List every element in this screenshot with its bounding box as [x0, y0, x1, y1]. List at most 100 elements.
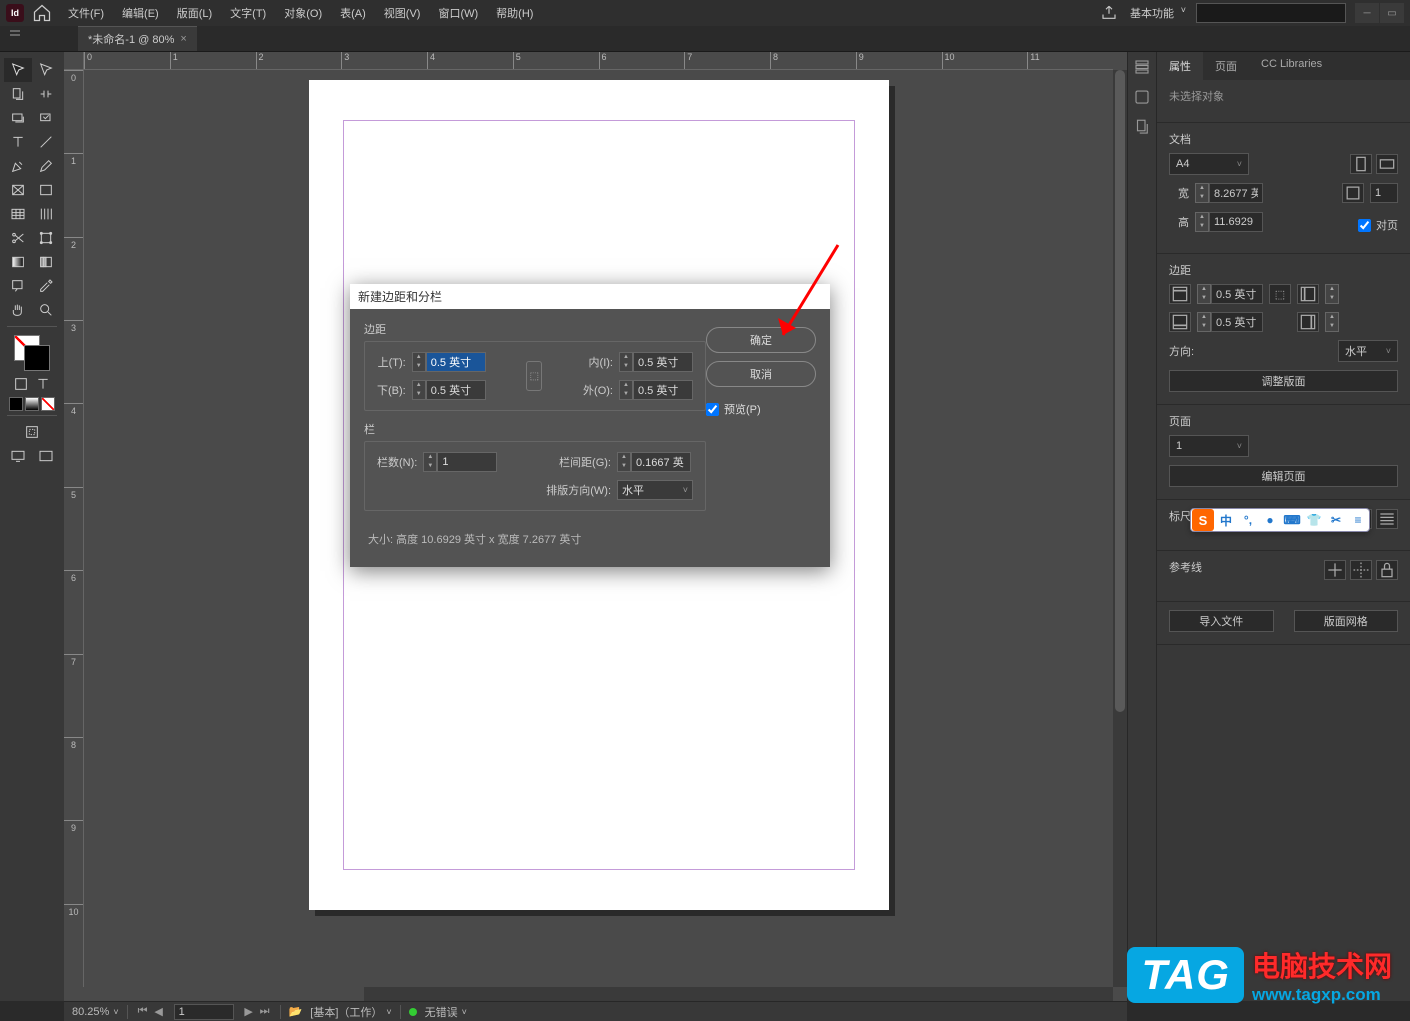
menu-object[interactable]: 对象(O) [276, 1, 330, 25]
link-margins-icon-rp[interactable]: ⬚ [1269, 284, 1291, 304]
panel-stack-icon[interactable] [1133, 58, 1151, 76]
bottom-margin-stepper[interactable]: ▲▼ [412, 380, 426, 400]
screen-mode-icon[interactable] [4, 444, 32, 468]
table-tool[interactable] [4, 202, 32, 226]
formatting-container-icon[interactable] [11, 375, 31, 393]
baseline-grid-icon[interactable] [1376, 509, 1398, 529]
minimize-button[interactable]: ─ [1355, 3, 1379, 23]
menu-layout[interactable]: 版面(L) [169, 1, 220, 25]
errors-dropdown[interactable]: 无错误 [425, 1004, 467, 1020]
units-input[interactable] [1370, 183, 1398, 203]
gutter-input[interactable] [631, 452, 691, 472]
apply-color-icon[interactable] [9, 397, 23, 411]
last-page-icon[interactable]: ⏭ [258, 1005, 272, 1019]
document-tab[interactable]: *未命名-1 @ 80% × [78, 26, 197, 51]
layout-grid-button[interactable]: 版面网格 [1294, 610, 1399, 632]
hand-tool[interactable] [4, 298, 32, 322]
gradient-feather-tool[interactable] [32, 250, 60, 274]
gap-tool[interactable] [32, 82, 60, 106]
edit-pages-button[interactable]: 编辑页面 [1169, 465, 1398, 487]
first-page-icon[interactable]: ⏮ [136, 1005, 150, 1019]
scrollbar-horizontal[interactable] [364, 987, 1113, 1001]
profile-dropdown[interactable]: [基本]（工作） [310, 1004, 391, 1020]
doc-width-stepper[interactable]: ▲▼ [1195, 183, 1209, 203]
line-tool[interactable] [32, 130, 60, 154]
menu-view[interactable]: 视图(V) [376, 1, 429, 25]
orientation-landscape-icon[interactable] [1376, 154, 1398, 174]
pen-tool[interactable] [4, 154, 32, 178]
screen-mode-alt-icon[interactable] [32, 444, 60, 468]
adjust-layout-button[interactable]: 调整版面 [1169, 370, 1398, 392]
view-mode-normal[interactable] [18, 420, 46, 444]
ok-button[interactable]: 确定 [706, 327, 816, 353]
rp-margin-top-input[interactable] [1211, 284, 1263, 304]
eyedropper-tool[interactable] [32, 274, 60, 298]
share-icon[interactable] [1100, 4, 1118, 22]
ime-skin-icon[interactable]: 👕 [1303, 509, 1325, 531]
gutter-stepper[interactable]: ▲▼ [617, 452, 631, 472]
home-icon[interactable] [32, 3, 52, 23]
rp-margin-in-stepper[interactable]: ▲▼ [1325, 284, 1339, 304]
page-preset-select[interactable]: A4 [1169, 153, 1249, 175]
apply-gradient-icon[interactable] [25, 397, 39, 411]
inside-margin-input[interactable] [633, 352, 693, 372]
top-margin-input[interactable] [426, 352, 486, 372]
menu-table[interactable]: 表(A) [332, 1, 374, 25]
orientation-portrait-icon[interactable] [1350, 154, 1372, 174]
doc-height-stepper[interactable]: ▲▼ [1195, 212, 1209, 232]
rp-margin-out-stepper[interactable]: ▲▼ [1325, 312, 1339, 332]
panel-cc-icon[interactable] [1133, 88, 1151, 106]
menu-file[interactable]: 文件(F) [60, 1, 112, 25]
ruler-origin[interactable] [64, 52, 84, 70]
link-margins-icon[interactable]: ⬚ [526, 361, 542, 391]
units-icon[interactable] [1342, 183, 1364, 203]
facing-pages-checkbox[interactable]: 对页 [1358, 217, 1398, 233]
panel-pages-icon[interactable] [1133, 118, 1151, 136]
ruler-horizontal[interactable]: 01234567891011 [84, 52, 1113, 70]
direction-select[interactable]: 水平 [1338, 340, 1398, 362]
prev-page-icon[interactable]: ◀ [152, 1005, 166, 1019]
doc-width-input[interactable] [1209, 183, 1263, 203]
selection-tool[interactable] [4, 58, 32, 82]
close-tab-icon[interactable]: × [180, 33, 186, 45]
page-number-input[interactable] [174, 1004, 234, 1020]
guides-toggle-icon[interactable] [1324, 560, 1346, 580]
writing-direction-select[interactable]: 水平 [617, 480, 693, 500]
menu-help[interactable]: 帮助(H) [488, 1, 541, 25]
ime-tools-icon[interactable]: ✂ [1325, 509, 1347, 531]
lock-guides-icon[interactable] [1376, 560, 1398, 580]
pencil-tool[interactable] [32, 154, 60, 178]
smart-guides-icon[interactable] [1350, 560, 1372, 580]
fill-stroke-swatch[interactable] [14, 335, 50, 371]
search-input[interactable] [1196, 3, 1346, 23]
rp-margin-bottom-stepper[interactable]: ▲▼ [1197, 312, 1211, 332]
note-tool[interactable] [4, 274, 32, 298]
apply-none-icon[interactable] [41, 397, 55, 411]
direct-selection-tool[interactable] [32, 58, 60, 82]
outside-margin-input[interactable] [633, 380, 693, 400]
tab-handle-icon[interactable] [10, 30, 20, 48]
doc-height-input[interactable] [1209, 212, 1263, 232]
ruler-vertical[interactable]: 012345678910 [64, 70, 84, 987]
rectangle-tool[interactable] [32, 178, 60, 202]
bottom-margin-input[interactable] [426, 380, 486, 400]
menu-type[interactable]: 文字(T) [222, 1, 274, 25]
ime-menu-icon[interactable]: ≡ [1347, 509, 1369, 531]
import-file-button[interactable]: 导入文件 [1169, 610, 1274, 632]
open-folder-icon[interactable]: 📂 [289, 1005, 303, 1018]
top-margin-stepper[interactable]: ▲▼ [412, 352, 426, 372]
free-transform-tool[interactable] [32, 226, 60, 250]
ime-toolbar[interactable]: S 中 °, ● ⌨ 👕 ✂ ≡ [1190, 508, 1370, 532]
formatting-text-icon[interactable] [33, 375, 53, 393]
cc-libraries-tab[interactable]: CC Libraries [1249, 52, 1334, 80]
zoom-tool[interactable] [32, 298, 60, 322]
gradient-swatch-tool[interactable] [4, 250, 32, 274]
content-collector-tool[interactable] [4, 106, 32, 130]
pages-tab[interactable]: 页面 [1203, 52, 1249, 80]
ime-punct-icon[interactable]: °, [1237, 509, 1259, 531]
grid-tool[interactable] [32, 202, 60, 226]
page-tool[interactable] [4, 82, 32, 106]
rp-margin-top-stepper[interactable]: ▲▼ [1197, 284, 1211, 304]
workspace-dropdown[interactable]: 基本功能 [1126, 3, 1188, 23]
page-number-select[interactable]: 1 [1169, 435, 1249, 457]
